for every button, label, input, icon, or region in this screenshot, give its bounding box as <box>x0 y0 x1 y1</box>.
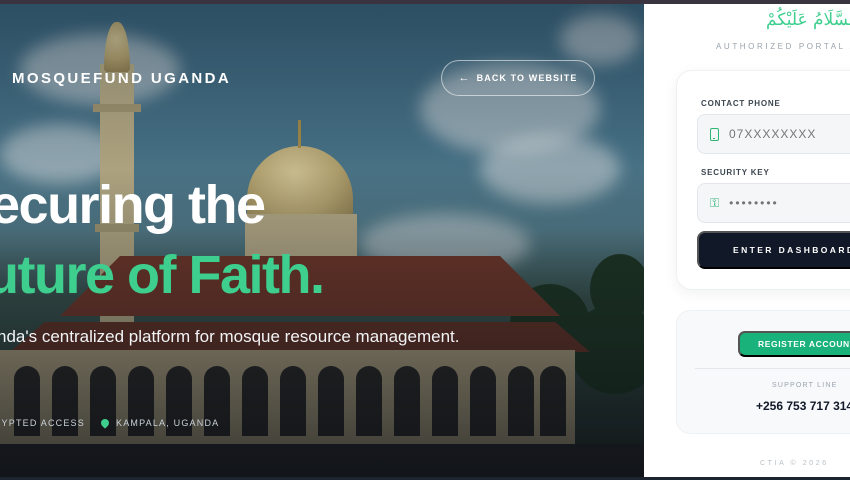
support-line-label: SUPPORT LINE <box>772 382 838 389</box>
map-pin-icon <box>99 417 111 429</box>
brand-title: MOSQUEFUND UGANDA <box>12 70 232 87</box>
back-button-label: BACK TO WEBSITE <box>476 73 578 83</box>
meta-access-text: RYPTED ACCESS <box>0 418 85 428</box>
footer-copyright: CTIA © 2026 <box>760 460 829 467</box>
phone-field-label: CONTACT PHONE <box>701 99 781 108</box>
portal-label: AUTHORIZED PORTAL AC <box>716 42 850 51</box>
login-panel: السَّلَامُ عَلَيْكُمْ AUTHORIZED PORTAL … <box>644 4 850 477</box>
login-card: CONTACT PHONE SECURITY KEY ⚿ ENTER DASHB… <box>676 70 850 290</box>
greeting-calligraphy: السَّلَامُ عَلَيْكُمْ <box>766 10 850 30</box>
headline-line-2: uture of Faith. <box>0 245 325 305</box>
hero-section: MOSQUEFUND UGANDA ← BACK TO WEBSITE ecur… <box>0 4 644 477</box>
meta-access: RYPTED ACCESS <box>0 418 85 428</box>
security-key-label: SECURITY KEY <box>701 168 770 177</box>
meta-location: KAMPALA, UGANDA <box>99 417 220 429</box>
enter-dashboard-button[interactable]: ENTER DASHBOARD <box>697 231 850 269</box>
headline-line-1: ecuring the <box>0 175 266 235</box>
phone-icon <box>710 127 719 141</box>
security-key-input[interactable] <box>729 196 850 210</box>
arrow-left-icon: ← <box>458 72 471 84</box>
hero-tagline: nda's centralized platform for mosque re… <box>0 327 460 346</box>
support-phone-number: +256 753 717 314 <box>756 399 850 413</box>
phone-field[interactable] <box>697 114 850 154</box>
register-card: REGISTER ACCOUNT SUPPORT LINE +256 753 7… <box>676 310 850 434</box>
back-to-website-button[interactable]: ← BACK TO WEBSITE <box>441 60 595 96</box>
register-account-button[interactable]: REGISTER ACCOUNT <box>738 331 850 357</box>
phone-input[interactable] <box>729 127 850 141</box>
meta-location-text: KAMPALA, UGANDA <box>116 418 220 428</box>
security-key-field[interactable]: ⚿ <box>697 183 850 223</box>
key-icon: ⚿ <box>710 195 720 210</box>
divider <box>695 368 850 369</box>
